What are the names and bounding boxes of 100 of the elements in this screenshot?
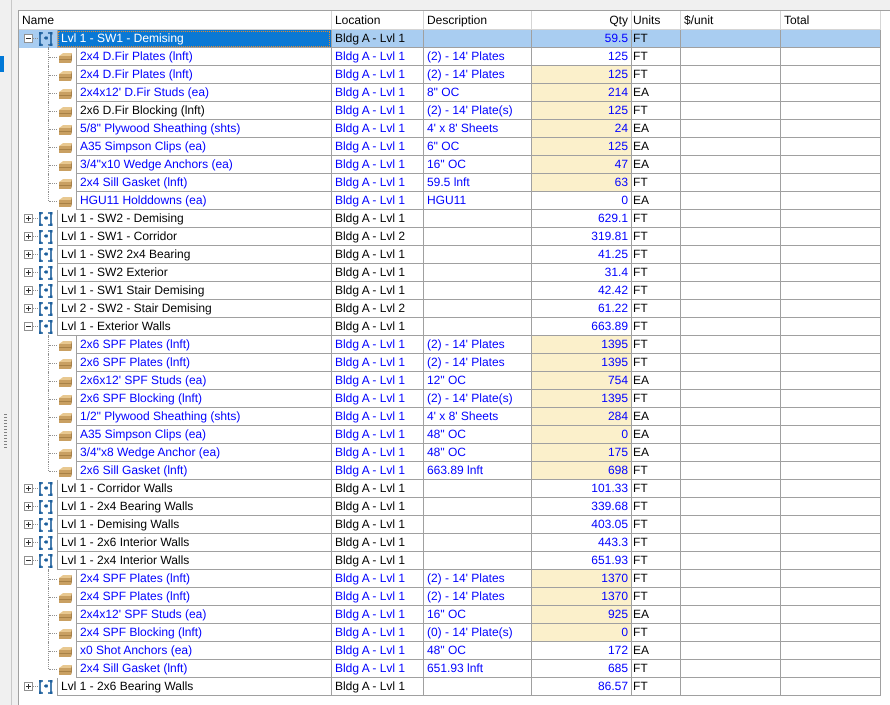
expand-button[interactable] [24, 484, 33, 493]
table-cell: Bldg A - Lvl 1 [332, 138, 424, 156]
column-header[interactable]: Total [781, 11, 881, 30]
table-cell: HGU11 [424, 192, 532, 210]
table-cell[interactable]: 2x6 SPF Blocking (lnft) [76, 390, 331, 408]
box-icon [58, 87, 73, 100]
table-cell[interactable]: A35 Simpson Clips (ea) [76, 138, 331, 156]
assembly-icon [38, 679, 53, 695]
expand-button[interactable] [24, 520, 33, 529]
table-cell: 403.05 [532, 516, 632, 534]
table-cell[interactable]: 2x4 D.Fir Plates (lnft) [76, 66, 331, 84]
box-icon [58, 627, 73, 640]
table-cell: 319.81 [532, 228, 632, 246]
table-cell: Bldg A - Lvl 1 [332, 372, 424, 390]
table-cell: FT [632, 102, 681, 120]
box-icon [58, 429, 73, 442]
expand-button[interactable] [24, 682, 33, 691]
table-cell: EA [632, 192, 681, 210]
table-cell: 284 [532, 408, 632, 426]
table-cell[interactable]: 2x4 Sill Gasket (lnft) [76, 174, 331, 192]
table-cell: FT [632, 354, 681, 372]
column-header[interactable]: Qty [532, 11, 632, 30]
table-cell[interactable]: 2x6x12' SPF Studs (ea) [76, 372, 331, 390]
table-cell[interactable]: 1/2" Plywood Sheathing (shts) [76, 408, 331, 426]
table-cell[interactable]: 2x6 D.Fir Blocking (lnft) [76, 102, 331, 120]
table-cell[interactable]: 2x4 SPF Blocking (lnft) [76, 624, 331, 642]
table-cell[interactable]: Lvl 1 - SW1 - Corridor [57, 228, 331, 246]
table-cell[interactable]: Lvl 1 - 2x4 Bearing Walls [57, 498, 331, 516]
table-cell[interactable]: 2x6 Sill Gasket (lnft) [76, 462, 331, 480]
table-cell: Bldg A - Lvl 1 [332, 246, 424, 264]
box-icon [58, 609, 73, 622]
table-cell: 685 [532, 660, 632, 678]
table-cell[interactable]: 2x4x12' SPF Studs (ea) [76, 606, 331, 624]
box-icon [58, 573, 73, 586]
collapse-button[interactable] [24, 556, 33, 565]
table-cell[interactable]: Lvl 1 - Demising Walls [57, 516, 331, 534]
table-cell: EA [632, 426, 681, 444]
column-header[interactable]: Units [632, 11, 681, 30]
table-cell: FT [632, 462, 681, 480]
table-cell[interactable]: 2x4 Sill Gasket (lnft) [76, 660, 331, 678]
table-cell[interactable]: Lvl 1 - Corridor Walls [57, 480, 331, 498]
table-cell[interactable]: Lvl 1 - 2x4 Interior Walls [57, 552, 331, 570]
table-cell[interactable]: 3/4"x8 Wedge Anchor (ea) [76, 444, 331, 462]
table-cell: Bldg A - Lvl 1 [332, 480, 424, 498]
table-cell[interactable]: A35 Simpson Clips (ea) [76, 426, 331, 444]
table-cell[interactable]: HGU11 Holddowns (ea) [76, 192, 331, 210]
table-cell[interactable]: 5/8" Plywood Sheathing (shts) [76, 120, 331, 138]
table-cell[interactable]: 2x6 SPF Plates (lnft) [76, 354, 331, 372]
splitter-grip[interactable] [4, 414, 7, 450]
table-cell: 1370 [532, 570, 632, 588]
table-cell: (2) - 14' Plates [424, 48, 532, 66]
table-cell: 698 [532, 462, 632, 480]
expand-button[interactable] [24, 268, 33, 277]
table-cell[interactable]: Lvl 1 - 2x6 Interior Walls [57, 534, 331, 552]
table-cell: Bldg A - Lvl 1 [332, 660, 424, 678]
table-cell: Bldg A - Lvl 1 [332, 102, 424, 120]
table-cell[interactable]: Lvl 1 - SW2 2x4 Bearing [57, 246, 331, 264]
table-cell: Bldg A - Lvl 1 [332, 264, 424, 282]
table-cell[interactable]: Lvl 2 - SW2 - Stair Demising [57, 300, 331, 318]
expand-button[interactable] [24, 250, 33, 259]
box-icon [58, 141, 73, 154]
table-cell[interactable]: 2x4x12' D.Fir Studs (ea) [76, 84, 331, 102]
expand-button[interactable] [24, 304, 33, 313]
expand-button[interactable] [24, 538, 33, 547]
table-cell[interactable]: Lvl 1 - Exterior Walls [57, 318, 331, 336]
box-icon [58, 357, 73, 370]
table-cell[interactable]: 2x4 D.Fir Plates (lnft) [76, 48, 331, 66]
column-header[interactable]: Name [19, 11, 332, 30]
table-cell[interactable]: 2x4 SPF Plates (lnft) [76, 588, 331, 606]
table-cell[interactable]: Lvl 1 - SW2 Exterior [57, 264, 331, 282]
collapse-button[interactable] [24, 34, 33, 43]
table-cell: Bldg A - Lvl 1 [332, 678, 424, 696]
expand-button[interactable] [24, 214, 33, 223]
table-cell[interactable]: 2x6 SPF Plates (lnft) [76, 336, 331, 354]
expand-button[interactable] [24, 502, 33, 511]
table-cell[interactable]: Lvl 1 - SW2 - Demising [57, 210, 331, 228]
table-cell: Bldg A - Lvl 1 [332, 516, 424, 534]
table-cell: FT [632, 282, 681, 300]
table-cell: FT [632, 48, 681, 66]
table-cell: EA [632, 120, 681, 138]
assembly-icon [38, 535, 53, 551]
table-cell: 125 [532, 138, 632, 156]
collapse-button[interactable] [24, 322, 33, 331]
table-cell: 63 [532, 174, 632, 192]
assembly-icon [38, 211, 53, 227]
table-cell[interactable]: 2x4 SPF Plates (lnft) [76, 570, 331, 588]
box-icon [58, 69, 73, 82]
expand-button[interactable] [24, 232, 33, 241]
expand-button[interactable] [24, 286, 33, 295]
table-cell[interactable]: 3/4"x10 Wedge Anchors (ea) [76, 156, 331, 174]
column-header[interactable]: Location [332, 11, 424, 30]
column-header[interactable]: Description [424, 11, 532, 30]
table-cell[interactable]: x0 Shot Anchors (ea) [76, 642, 331, 660]
table-cell: FT [632, 552, 681, 570]
column-header[interactable]: $/unit [681, 11, 781, 30]
table-cell[interactable]: Lvl 1 - SW1 Stair Demising [57, 282, 331, 300]
table-cell: 443.3 [532, 534, 632, 552]
table-cell[interactable]: Lvl 1 - SW1 - Demising [57, 30, 331, 48]
table-cell[interactable]: Lvl 1 - 2x6 Bearing Walls [57, 678, 331, 696]
assembly-icon [38, 31, 53, 47]
